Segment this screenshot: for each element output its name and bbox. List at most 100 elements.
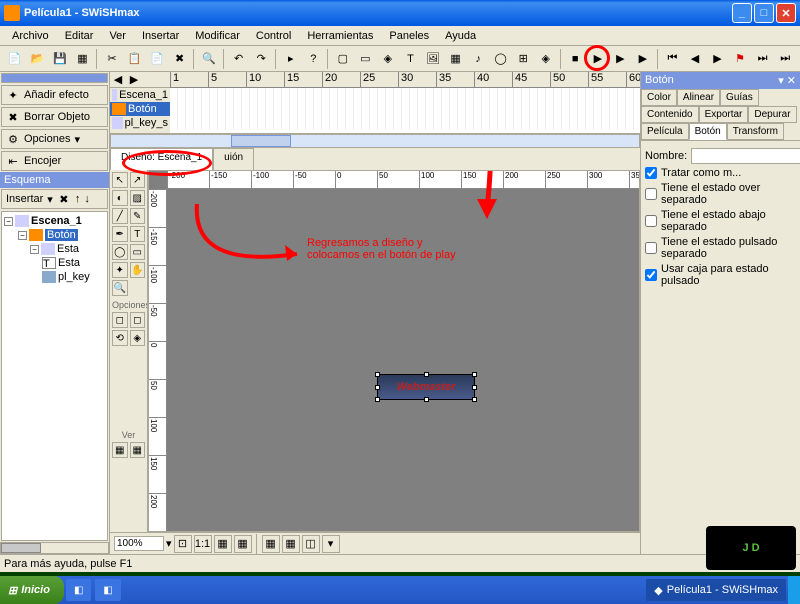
autoshape-tool[interactable]: ✦: [112, 262, 128, 278]
tab-guides[interactable]: Guías: [720, 89, 759, 106]
tree-item[interactable]: pl_key: [4, 270, 105, 284]
insert-shape-button[interactable]: ◯: [490, 48, 512, 70]
tab-movie[interactable]: Película: [641, 123, 689, 140]
selection-handle[interactable]: [424, 397, 429, 402]
insert-button-button[interactable]: ▭: [355, 48, 377, 70]
close-button[interactable]: ✕: [776, 3, 796, 23]
timeline-layer[interactable]: pl_key_s: [110, 116, 170, 130]
stage-button-object[interactable]: Webmaster: [377, 374, 475, 400]
text-tool[interactable]: T: [130, 226, 146, 242]
end-button[interactable]: ⏭: [774, 48, 796, 70]
collapse-icon[interactable]: −: [30, 245, 39, 254]
tree-item[interactable]: −Esta: [4, 242, 105, 256]
new-button[interactable]: 📄: [4, 48, 26, 70]
outline-tree[interactable]: −Escena_1 −Botón −Esta TEsta pl_key: [1, 211, 108, 541]
menu-control[interactable]: Control: [248, 28, 299, 44]
menu-modificar[interactable]: Modificar: [187, 28, 248, 44]
publish-button[interactable]: ▦: [72, 48, 94, 70]
view-2[interactable]: ▦: [130, 442, 146, 458]
chevron-down-icon[interactable]: ▾: [166, 537, 172, 550]
selection-handle[interactable]: [375, 372, 380, 377]
paste-button[interactable]: 📄: [146, 48, 168, 70]
find-button[interactable]: 🔍: [198, 48, 220, 70]
shrink-button[interactable]: ⇤Encojer: [1, 151, 108, 171]
insert-scene-button[interactable]: ▢: [332, 48, 354, 70]
insert-text-button[interactable]: T: [400, 48, 422, 70]
delete-object-button[interactable]: ✖Borrar Objeto: [1, 107, 108, 127]
tab-color[interactable]: Color: [641, 89, 677, 106]
timeline-layer[interactable]: Botón: [110, 102, 170, 116]
save-button[interactable]: 💾: [49, 48, 71, 70]
insert-content-button[interactable]: ▦: [445, 48, 467, 70]
insert-dropdown[interactable]: Insertar▾✖↑↓: [1, 189, 108, 209]
timeline-scrollbar[interactable]: [110, 134, 640, 148]
name-input[interactable]: [691, 148, 800, 164]
step-back-button[interactable]: ◀: [684, 48, 706, 70]
cut-button[interactable]: ✂: [101, 48, 123, 70]
rewind-button[interactable]: ⏮: [662, 48, 684, 70]
view-opt-button[interactable]: ◫: [302, 535, 320, 553]
property-checkbox[interactable]: [645, 167, 657, 179]
selection-handle[interactable]: [472, 372, 477, 377]
step-fwd-button[interactable]: ▶: [707, 48, 729, 70]
selection-handle[interactable]: [375, 385, 380, 390]
task-item[interactable]: ◧: [66, 579, 91, 601]
menu-editar[interactable]: Editar: [57, 28, 102, 44]
zoom-value[interactable]: 100%: [114, 536, 164, 551]
insert-sprite-button[interactable]: ◈: [377, 48, 399, 70]
collapse-icon[interactable]: −: [4, 217, 13, 226]
play-scene-button[interactable]: ▶: [610, 48, 632, 70]
options-button[interactable]: ⚙Opciones▾: [1, 129, 108, 149]
pencil-tool[interactable]: ✎: [130, 208, 146, 224]
tab-align[interactable]: Alinear: [677, 89, 720, 106]
task-item-active[interactable]: ◆Película1 - SWiSHmax: [646, 579, 786, 601]
view-opt-button[interactable]: ▦: [262, 535, 280, 553]
zoom-100-button[interactable]: 1:1: [194, 535, 212, 553]
snap-button[interactable]: ▦: [234, 535, 252, 553]
timeline-back-button[interactable]: ◀: [110, 72, 126, 87]
menu-herramientas[interactable]: Herramientas: [299, 28, 381, 44]
opt-3[interactable]: ⟲: [112, 330, 128, 346]
opt-2[interactable]: ◻: [130, 312, 146, 328]
tab-export[interactable]: Exportar: [699, 106, 749, 123]
open-button[interactable]: 📂: [27, 48, 49, 70]
hand-tool[interactable]: ✋: [130, 262, 146, 278]
opt-4[interactable]: ◈: [130, 330, 146, 346]
grid-button[interactable]: ▦: [214, 535, 232, 553]
menu-paneles[interactable]: Paneles: [381, 28, 437, 44]
timeline-layer[interactable]: Escena_1: [110, 88, 170, 102]
rect-tool[interactable]: ▭: [130, 244, 146, 260]
select-tool[interactable]: ↖: [112, 172, 128, 188]
menu-ayuda[interactable]: Ayuda: [437, 28, 484, 44]
pointer-icon[interactable]: ▸: [280, 48, 302, 70]
selection-handle[interactable]: [472, 397, 477, 402]
property-checkbox[interactable]: [645, 188, 657, 200]
reshape-tool[interactable]: ◐: [112, 190, 128, 206]
task-item[interactable]: ◧: [95, 579, 120, 601]
forward-button[interactable]: ⏭: [752, 48, 774, 70]
panel-menu-icon[interactable]: ▾ ✕: [778, 74, 796, 87]
tab-button[interactable]: Botón: [689, 123, 727, 140]
tree-item[interactable]: −Botón: [4, 228, 105, 242]
menu-archivo[interactable]: Archivo: [4, 28, 57, 44]
collapse-icon[interactable]: −: [18, 231, 27, 240]
insert-sound-button[interactable]: ♪: [467, 48, 489, 70]
tree-scene[interactable]: −Escena_1: [4, 214, 105, 228]
tab-transform[interactable]: Transform: [727, 123, 784, 140]
zoom-tool[interactable]: 🔍: [112, 280, 128, 296]
line-tool[interactable]: ╱: [112, 208, 128, 224]
selection-handle[interactable]: [472, 385, 477, 390]
outline-scrollbar[interactable]: [0, 542, 109, 554]
timeline-grid[interactable]: [170, 88, 640, 130]
tab-debug[interactable]: Depurar: [748, 106, 796, 123]
view-opt-button[interactable]: ▦: [282, 535, 300, 553]
timeline-fwd-button[interactable]: ▶: [126, 72, 142, 87]
copy-button[interactable]: 📋: [124, 48, 146, 70]
zoom-fit-button[interactable]: ⊡: [174, 535, 192, 553]
subselect-tool[interactable]: ↗: [130, 172, 146, 188]
pen-tool[interactable]: ✒: [112, 226, 128, 242]
tab-content[interactable]: Contenido: [641, 106, 699, 123]
menu-ver[interactable]: Ver: [101, 28, 134, 44]
menu-insertar[interactable]: Insertar: [134, 28, 187, 44]
canvas-viewport[interactable]: -200-150-100-50050100150200250300350 -20…: [148, 170, 640, 532]
